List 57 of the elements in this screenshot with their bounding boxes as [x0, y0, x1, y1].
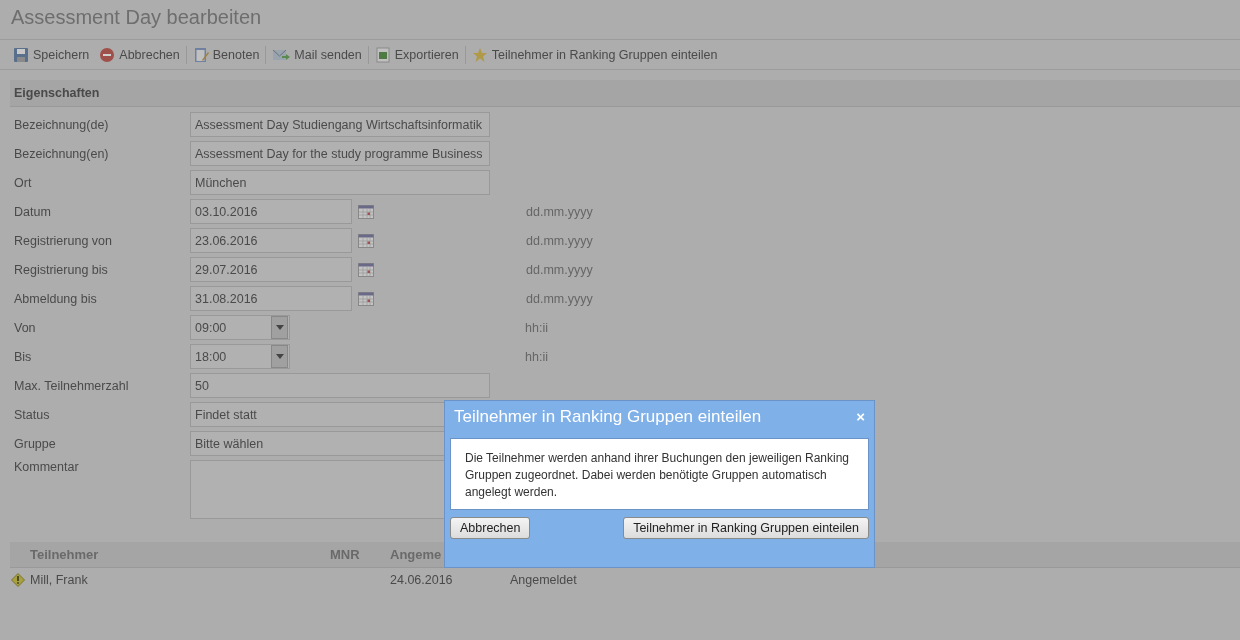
field-label: Datum: [14, 204, 52, 219]
toolbar-button[interactable]: Teilnehmer in Ranking Gruppen einteilen: [466, 46, 723, 63]
caret-icon: [275, 354, 284, 359]
date-field[interactable]: 29.07.2016: [190, 257, 352, 282]
field-label: Bezeichnung(de): [14, 117, 110, 132]
field-label: Bezeichnung(en): [14, 146, 110, 161]
column-header: Teilnehmer: [29, 546, 100, 564]
column-header: Angeme: [390, 546, 442, 564]
dialog-button[interactable]: Teilnehmer in Ranking Gruppen einteilen: [623, 517, 869, 539]
table-cell: 24.06.2016: [390, 573, 453, 587]
format-hint: hh:ii: [525, 320, 548, 335]
section-header: Eigenschaften: [10, 80, 1240, 107]
caret-icon: [275, 325, 284, 330]
calendar-icon[interactable]: [358, 203, 374, 220]
format-hint: dd.mm.yyyy: [526, 291, 593, 306]
field-label: Status: [14, 407, 51, 422]
calendar-icon[interactable]: [358, 232, 374, 249]
date-field[interactable]: 31.08.2016: [190, 286, 352, 311]
field-label: Ort: [14, 175, 33, 190]
text-field[interactable]: München: [190, 170, 490, 195]
toolbar-button[interactable]: Abbrechen: [94, 46, 185, 63]
date-field[interactable]: 03.10.2016: [190, 199, 352, 224]
close-button[interactable]: ×: [852, 408, 869, 425]
table-cell: Mill, Frank: [30, 573, 88, 587]
field-label: Registrierung von: [14, 233, 113, 248]
field-label: Gruppe: [14, 436, 57, 451]
dialog-message: Die Teilnehmer werden anhand ihrer Buchungen den jeweiligen Ranking Gruppen zugeordnet. Dabei werden benötigte Gruppen automatisch angelegt werden.: [450, 438, 869, 510]
format-hint: dd.mm.yyyy: [526, 204, 593, 219]
toolbar-button[interactable]: Exportieren: [369, 46, 464, 63]
text-field[interactable]: Assessment Day for the study programme Business: [190, 141, 490, 166]
toolbar-button[interactable]: Benoten: [187, 46, 265, 63]
calendar-icon[interactable]: [358, 261, 374, 278]
time-dropdown[interactable]: 09:00: [190, 315, 290, 340]
spreadsheet-icon: [374, 46, 391, 63]
page-title: Assessment Day bearbeiten: [0, 0, 1240, 40]
date-field[interactable]: 23.06.2016: [190, 228, 352, 253]
format-hint: dd.mm.yyyy: [526, 262, 593, 277]
field-label: Kommentar: [14, 460, 80, 474]
column-header: MNR: [330, 546, 361, 564]
cancel-icon: [99, 46, 116, 63]
calendar-icon[interactable]: [358, 290, 374, 307]
text-field[interactable]: Assessment Day Studiengang Wirtschaftsinformatik: [190, 112, 490, 137]
text-field[interactable]: 50: [190, 373, 490, 398]
format-hint: dd.mm.yyyy: [526, 233, 593, 248]
toolbar-button[interactable]: Speichern: [8, 46, 95, 63]
dialog-button[interactable]: Abbrechen: [450, 517, 531, 539]
field-label: Bis: [14, 349, 33, 364]
field-label: Von: [14, 320, 37, 335]
toolbar-button[interactable]: Mail senden: [267, 46, 367, 63]
table-cell: Angemeldet: [510, 573, 577, 587]
format-hint: hh:ii: [525, 349, 548, 364]
field-label: Abmeldung bis: [14, 291, 98, 306]
field-label: Registrierung bis: [14, 262, 109, 277]
notepad-pencil-icon: [192, 46, 209, 63]
time-dropdown[interactable]: 18:00: [190, 344, 290, 369]
field-label: Max. Teilnehmerzahl: [14, 378, 130, 393]
star-icon: [471, 46, 488, 63]
